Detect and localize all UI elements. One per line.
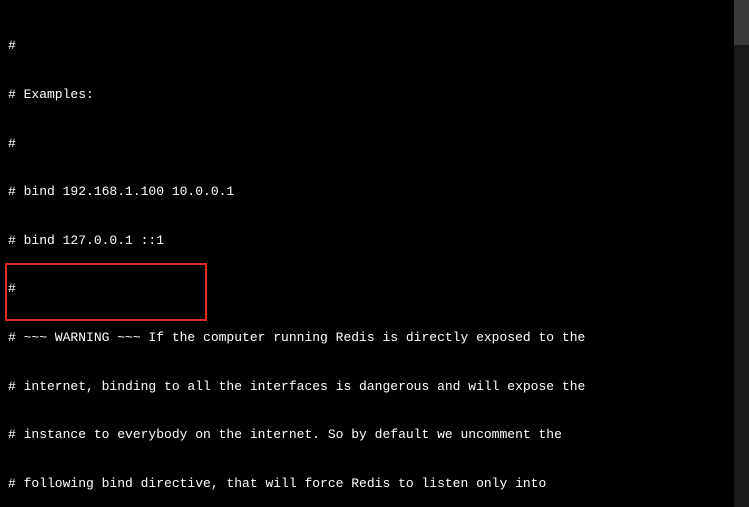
vertical-scrollbar[interactable]: [734, 0, 749, 507]
config-line: #: [8, 281, 741, 297]
config-line: # ~~~ WARNING ~~~ If the computer runnin…: [8, 330, 741, 346]
config-line: #: [8, 38, 741, 54]
config-line: # Examples:: [8, 87, 741, 103]
config-line: # following bind directive, that will fo…: [8, 476, 741, 492]
scrollbar-thumb[interactable]: [734, 0, 749, 45]
config-line: # bind 192.168.1.100 10.0.0.1: [8, 184, 741, 200]
config-line: # internet, binding to all the interface…: [8, 379, 741, 395]
config-line: # bind 127.0.0.1 ::1: [8, 233, 741, 249]
config-line: # instance to everybody on the internet.…: [8, 427, 741, 443]
terminal-viewport[interactable]: # # Examples: # # bind 192.168.1.100 10.…: [0, 0, 749, 507]
config-line: #: [8, 136, 741, 152]
